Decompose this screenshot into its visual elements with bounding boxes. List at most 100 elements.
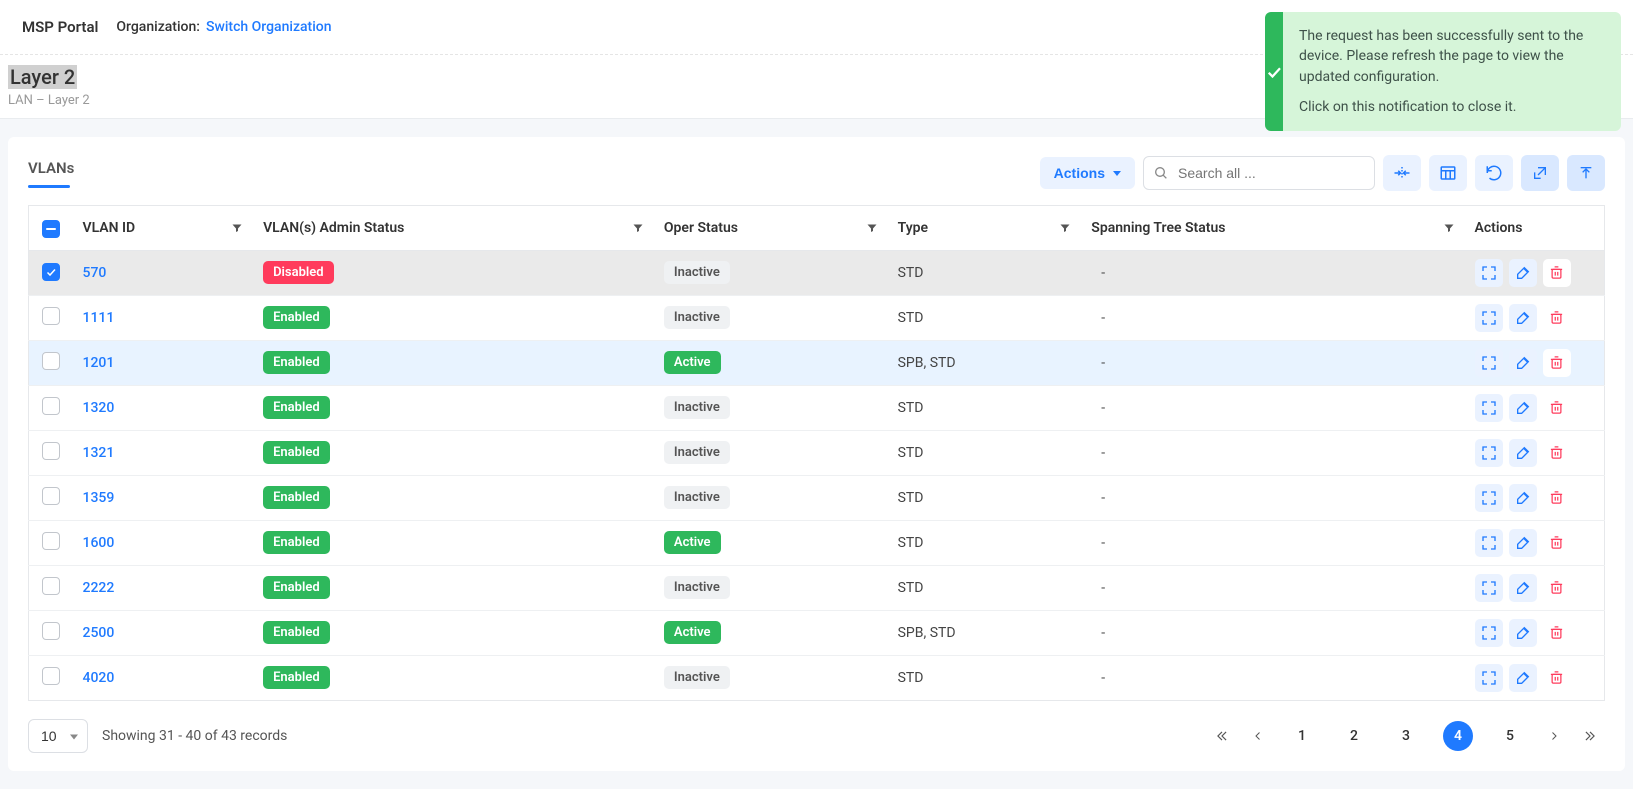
- type-cell: STD: [888, 565, 1082, 610]
- col-actions-label: Actions: [1475, 220, 1523, 236]
- oper-status-pill: Inactive: [664, 396, 730, 419]
- row-checkbox[interactable]: [42, 577, 60, 595]
- edit-row-button[interactable]: [1509, 529, 1537, 557]
- vlan-id-link[interactable]: 4020: [83, 670, 115, 686]
- admin-status-badge: Enabled: [263, 486, 330, 509]
- col-stp: Spanning Tree Status: [1081, 206, 1464, 251]
- last-page-button[interactable]: [1575, 721, 1605, 751]
- oper-status-pill: Active: [664, 621, 721, 644]
- search-input[interactable]: [1143, 156, 1375, 190]
- delete-row-button[interactable]: [1543, 484, 1571, 512]
- first-page-button[interactable]: [1207, 721, 1237, 751]
- vlans-tab[interactable]: VLANs: [28, 159, 74, 187]
- oper-status-pill: Inactive: [664, 261, 730, 284]
- edit-row-button[interactable]: [1509, 484, 1537, 512]
- open-external-button[interactable]: [1521, 155, 1559, 191]
- expand-row-button[interactable]: [1475, 484, 1503, 512]
- vlan-id-link[interactable]: 2500: [83, 625, 115, 641]
- stp-cell: -: [1081, 430, 1464, 475]
- row-checkbox[interactable]: [42, 263, 60, 281]
- expand-row-button[interactable]: [1475, 439, 1503, 467]
- page-size-select[interactable]: 10: [28, 719, 88, 753]
- expand-row-button[interactable]: [1475, 259, 1503, 287]
- actions-dropdown[interactable]: Actions: [1040, 157, 1135, 189]
- select-all-checkbox[interactable]: [42, 220, 60, 238]
- expand-row-button[interactable]: [1475, 349, 1503, 377]
- vlans-table: VLAN ID VLAN(s) Admin Status: [28, 205, 1605, 701]
- success-toast[interactable]: The request has been successfully sent t…: [1265, 12, 1621, 131]
- expand-row-button[interactable]: [1475, 529, 1503, 557]
- columns-button[interactable]: [1429, 155, 1467, 191]
- edit-row-button[interactable]: [1509, 619, 1537, 647]
- type-cell: STD: [888, 295, 1082, 340]
- upload-button[interactable]: [1567, 155, 1605, 191]
- edit-row-button[interactable]: [1509, 574, 1537, 602]
- page-button-4[interactable]: 4: [1443, 721, 1473, 751]
- vlan-id-link[interactable]: 1201: [83, 355, 115, 371]
- expand-row-button[interactable]: [1475, 619, 1503, 647]
- admin-status-badge: Enabled: [263, 441, 330, 464]
- prev-page-button[interactable]: [1243, 721, 1273, 751]
- row-checkbox[interactable]: [42, 532, 60, 550]
- row-checkbox[interactable]: [42, 397, 60, 415]
- vlan-id-link[interactable]: 570: [83, 265, 107, 281]
- expand-row-button[interactable]: [1475, 394, 1503, 422]
- next-page-button[interactable]: [1539, 721, 1569, 751]
- edit-row-button[interactable]: [1509, 439, 1537, 467]
- delete-row-button[interactable]: [1543, 304, 1571, 332]
- refresh-button[interactable]: [1475, 155, 1513, 191]
- stp-cell: -: [1081, 340, 1464, 385]
- page-button-1[interactable]: 1: [1287, 721, 1317, 751]
- vlan-id-link[interactable]: 1359: [83, 490, 115, 506]
- edit-row-button[interactable]: [1509, 664, 1537, 692]
- breadcrumb: LAN – Layer 2: [8, 93, 90, 108]
- row-checkbox[interactable]: [42, 307, 60, 325]
- edit-row-button[interactable]: [1509, 259, 1537, 287]
- page-button-2[interactable]: 2: [1339, 721, 1369, 751]
- filter-icon[interactable]: [632, 222, 644, 234]
- vlan-id-link[interactable]: 1321: [83, 445, 115, 461]
- delete-row-button[interactable]: [1543, 664, 1571, 692]
- filter-icon[interactable]: [866, 222, 878, 234]
- delete-row-button[interactable]: [1543, 259, 1571, 287]
- expand-row-button[interactable]: [1475, 574, 1503, 602]
- row-checkbox[interactable]: [42, 667, 60, 685]
- filter-icon[interactable]: [1443, 222, 1455, 234]
- stp-cell: -: [1081, 655, 1464, 700]
- edit-row-button[interactable]: [1509, 304, 1537, 332]
- vlan-id-link[interactable]: 1320: [83, 400, 115, 416]
- col-type-label: Type: [898, 220, 928, 236]
- stp-cell: -: [1081, 520, 1464, 565]
- page-button-3[interactable]: 3: [1391, 721, 1421, 751]
- filter-icon[interactable]: [1059, 222, 1071, 234]
- edit-row-button[interactable]: [1509, 394, 1537, 422]
- toast-message: The request has been successfully sent t…: [1299, 26, 1605, 87]
- expand-row-button[interactable]: [1475, 304, 1503, 332]
- actions-dropdown-label: Actions: [1054, 165, 1105, 181]
- delete-row-button[interactable]: [1543, 619, 1571, 647]
- expand-columns-button[interactable]: [1383, 155, 1421, 191]
- delete-row-button[interactable]: [1543, 529, 1571, 557]
- filter-icon[interactable]: [231, 222, 243, 234]
- row-checkbox[interactable]: [42, 442, 60, 460]
- delete-row-button[interactable]: [1543, 439, 1571, 467]
- type-cell: STD: [888, 250, 1082, 295]
- vlan-id-link[interactable]: 1600: [83, 535, 115, 551]
- vlan-id-link[interactable]: 2222: [83, 580, 115, 596]
- type-cell: SPB, STD: [888, 610, 1082, 655]
- table-row: 2222EnabledInactiveSTD-: [29, 565, 1605, 610]
- expand-row-button[interactable]: [1475, 664, 1503, 692]
- switch-organization-link[interactable]: Switch Organization: [206, 19, 332, 35]
- vlan-id-link[interactable]: 1111: [83, 310, 115, 326]
- delete-row-button[interactable]: [1543, 394, 1571, 422]
- page-button-5[interactable]: 5: [1495, 721, 1525, 751]
- row-checkbox[interactable]: [42, 622, 60, 640]
- row-checkbox[interactable]: [42, 487, 60, 505]
- type-cell: STD: [888, 385, 1082, 430]
- table-row: 4020EnabledInactiveSTD-: [29, 655, 1605, 700]
- edit-row-button[interactable]: [1509, 349, 1537, 377]
- type-cell: STD: [888, 655, 1082, 700]
- delete-row-button[interactable]: [1543, 349, 1571, 377]
- delete-row-button[interactable]: [1543, 574, 1571, 602]
- row-checkbox[interactable]: [42, 352, 60, 370]
